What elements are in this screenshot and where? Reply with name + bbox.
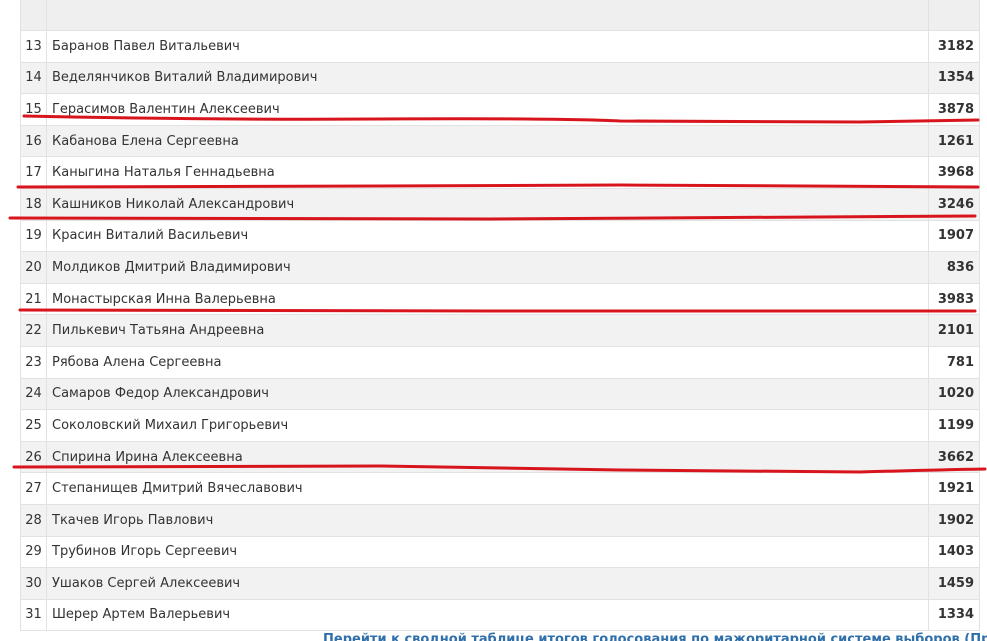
table-row: 29 Трубинов Игорь Сергеевич 1403 [20, 535, 980, 569]
candidate-name: Герасимов Валентин Алексеевич [46, 93, 929, 126]
header-cell-num [20, 0, 47, 31]
vote-count: 3968 [928, 156, 980, 189]
row-number: 13 [20, 30, 47, 63]
table-header-row [20, 0, 980, 31]
vote-count: 1020 [928, 377, 980, 411]
vote-count: 1354 [928, 61, 980, 95]
results-table-body: 13 Баранов Павел Витальевич 3182 14 Веделянч… [20, 0, 980, 632]
candidate-name: Каныгина Наталья Геннадьевна [46, 156, 929, 189]
candidate-name: Самаров Федор Александрович [46, 377, 929, 411]
table-row: 17 Каныгина Наталья Геннадьевна 3968 [20, 156, 980, 189]
vote-count: 3662 [928, 440, 980, 474]
table-row: 30 Ушаков Сергей Алексеевич 1459 [20, 567, 980, 600]
row-number: 23 [20, 345, 47, 379]
vote-count: 1334 [928, 598, 980, 632]
vote-count: 3983 [928, 282, 980, 316]
vote-count: 781 [928, 345, 980, 379]
table-row: 15 Герасимов Валентин Алексеевич 3878 [20, 93, 980, 126]
table-row: 28 Ткачев Игорь Павлович 1902 [20, 503, 980, 537]
row-number: 22 [20, 314, 47, 347]
table-row: 18 Кашников Николай Александрович 3246 [20, 187, 980, 221]
table-row: 20 Молдиков Дмитрий Владимирович 836 [20, 251, 980, 284]
results-table: 13 Баранов Павел Витальевич 3182 14 Веделянч… [20, 0, 980, 632]
vote-count: 1199 [928, 409, 980, 442]
candidate-name: Ткачев Игорь Павлович [46, 503, 929, 537]
table-row: 19 Красин Виталий Васильевич 1907 [20, 219, 980, 253]
table-row: 21 Монастырская Инна Валерьевна 3983 [20, 282, 980, 316]
row-number: 18 [20, 187, 47, 221]
row-number: 30 [20, 567, 47, 600]
vote-count: 3878 [928, 93, 980, 126]
header-cell-votes [928, 0, 980, 31]
table-row: 24 Самаров Федор Александрович 1020 [20, 377, 980, 411]
summary-table-link[interactable]: Перейти к сводной таблице итогов голосов… [323, 632, 987, 641]
candidate-name: Спирина Ирина Алексеевна [46, 440, 929, 474]
vote-count: 1403 [928, 535, 980, 569]
row-number: 28 [20, 503, 47, 537]
row-number: 21 [20, 282, 47, 316]
candidate-name: Молдиков Дмитрий Владимирович [46, 251, 929, 284]
row-number: 16 [20, 124, 47, 158]
table-row: 13 Баранов Павел Витальевич 3182 [20, 30, 980, 63]
candidate-name: Шерер Артем Валерьевич [46, 598, 929, 632]
vote-count: 2101 [928, 314, 980, 347]
header-cell-name [46, 0, 929, 31]
vote-count: 3182 [928, 30, 980, 63]
table-row: 27 Степанищев Дмитрий Вячеславович 1921 [20, 472, 980, 505]
row-number: 27 [20, 472, 47, 505]
candidate-name: Степанищев Дмитрий Вячеславович [46, 472, 929, 505]
candidate-name: Рябова Алена Сергеевна [46, 345, 929, 379]
vote-count: 1261 [928, 124, 980, 158]
candidate-name: Веделянчиков Виталий Владимирович [46, 61, 929, 95]
candidate-name: Кабанова Елена Сергеевна [46, 124, 929, 158]
vote-count: 1907 [928, 219, 980, 253]
vote-count: 1921 [928, 472, 980, 505]
table-row: 25 Соколовский Михаил Григорьевич 1199 [20, 409, 980, 442]
candidate-name: Соколовский Михаил Григорьевич [46, 409, 929, 442]
row-number: 15 [20, 93, 47, 126]
table-row: 26 Спирина Ирина Алексеевна 3662 [20, 440, 980, 474]
table-row: 31 Шерер Артем Валерьевич 1334 [20, 598, 980, 632]
row-number: 25 [20, 409, 47, 442]
vote-count: 1902 [928, 503, 980, 537]
table-row: 23 Рябова Алена Сергеевна 781 [20, 345, 980, 379]
row-number: 26 [20, 440, 47, 474]
candidate-name: Ушаков Сергей Алексеевич [46, 567, 929, 600]
candidate-name: Кашников Николай Александрович [46, 187, 929, 221]
row-number: 31 [20, 598, 47, 632]
table-row: 16 Кабанова Елена Сергеевна 1261 [20, 124, 980, 158]
row-number: 19 [20, 219, 47, 253]
row-number: 29 [20, 535, 47, 569]
page: 13 Баранов Павел Витальевич 3182 14 Веделянч… [0, 0, 987, 641]
vote-count: 836 [928, 251, 980, 284]
row-number: 14 [20, 61, 47, 95]
row-number: 24 [20, 377, 47, 411]
table-row: 14 Веделянчиков Виталий Владимирович 1354 [20, 61, 980, 95]
candidate-name: Трубинов Игорь Сергеевич [46, 535, 929, 569]
row-number: 20 [20, 251, 47, 284]
candidate-name: Баранов Павел Витальевич [46, 30, 929, 63]
table-row: 22 Пилькевич Татьяна Андреевна 2101 [20, 314, 980, 347]
candidate-name: Пилькевич Татьяна Андреевна [46, 314, 929, 347]
candidate-name: Монастырская Инна Валерьевна [46, 282, 929, 316]
candidate-name: Красин Виталий Васильевич [46, 219, 929, 253]
row-number: 17 [20, 156, 47, 189]
vote-count: 1459 [928, 567, 980, 600]
vote-count: 3246 [928, 187, 980, 221]
